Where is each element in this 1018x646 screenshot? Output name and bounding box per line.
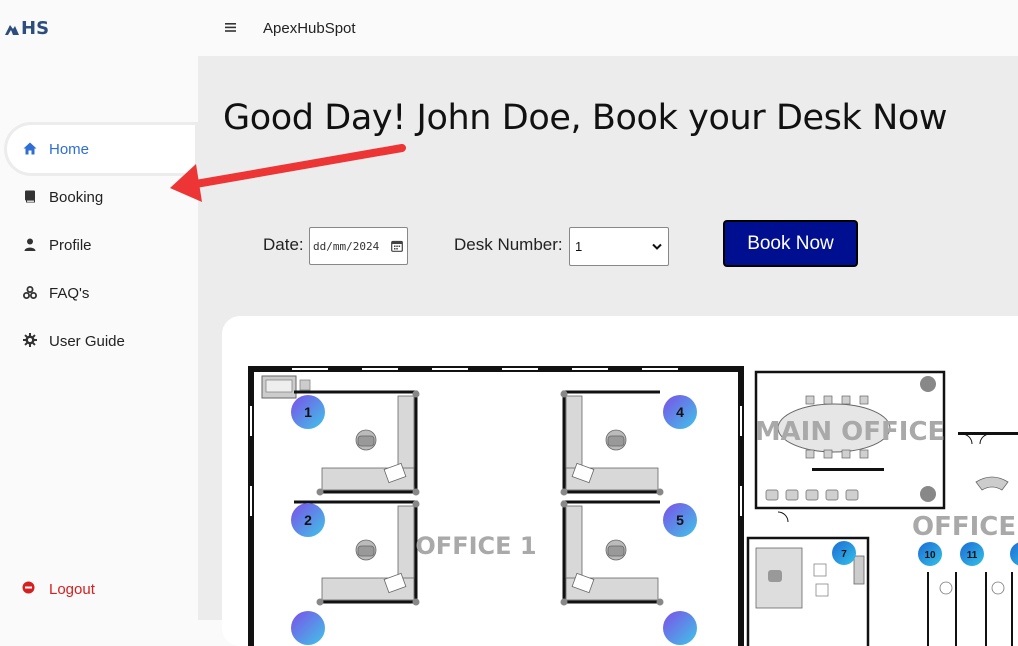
main-content: Good Day! John Doe, Book your Desk Now D… [198, 56, 1018, 646]
logo-mark-icon [5, 24, 19, 35]
desk-marker-partial [291, 611, 697, 645]
desk-marker-5[interactable]: 5 [663, 503, 697, 537]
hamburger-menu-icon[interactable] [225, 21, 237, 35]
office-7 [746, 511, 870, 646]
desk-marker-partial-right [1010, 542, 1018, 566]
desk-marker-7[interactable]: 7 [832, 541, 856, 565]
cubicle-furniture-left [321, 395, 415, 601]
desk-marker-10[interactable]: 10 [918, 542, 942, 566]
main-office: MAIN OFFICE [755, 370, 946, 510]
logout-icon [22, 581, 35, 598]
gear-icon [22, 332, 38, 348]
book-now-button[interactable]: Book Now [723, 220, 858, 267]
date-placeholder: dd/mm/2024 [313, 239, 380, 253]
sidebar-item-label: Profile [49, 236, 92, 254]
brand-logo[interactable]: HS [4, 18, 49, 39]
printer-cabinet [261, 375, 311, 399]
desk-marker-11[interactable]: 11 [960, 542, 984, 566]
desk-marker-2[interactable]: 2 [291, 503, 325, 537]
sidebar-item-user-guide[interactable]: User Guide [0, 317, 198, 365]
sidebar-item-label: FAQ's [49, 284, 90, 302]
desk-number-text: 5 [676, 512, 684, 528]
top-bar: ApexHubSpot [198, 0, 1018, 56]
sidebar-item-booking[interactable]: Booking [0, 173, 198, 221]
logout-label: Logout [49, 580, 95, 598]
calendar-icon[interactable] [391, 240, 403, 252]
desk-marker-1[interactable]: 1 [291, 395, 325, 429]
floor-plan-card: 1 2 4 5 OFFICE 1 MAIN OFFICE 7 OFFICE 10… [222, 316, 1018, 646]
date-label: Date: [263, 235, 304, 254]
logo-text: HS [21, 18, 50, 39]
desk-number-value: 1 [575, 239, 583, 254]
sidebar-item-profile[interactable]: Profile [0, 221, 198, 269]
sidebar: HS Home Booking Profile FAQ's User Guide… [0, 0, 198, 620]
main-office-label: MAIN OFFICE [755, 417, 946, 447]
desk-number-text: 10 [924, 550, 936, 561]
desk-number-text: 2 [304, 512, 312, 528]
office1-label: OFFICE 1 [415, 532, 536, 560]
logout-button[interactable]: Logout [0, 565, 198, 613]
desk-number-select[interactable]: 1 [569, 227, 669, 266]
office-right: OFFICE [912, 432, 1018, 646]
sidebar-item-label: Home [49, 140, 90, 158]
sidebar-item-label: Booking [49, 188, 104, 206]
desk-number-text: 1 [304, 404, 312, 420]
office2-label: OFFICE [912, 512, 1016, 542]
sidebar-item-faqs[interactable]: FAQ's [0, 269, 198, 317]
desk-number-text: 7 [841, 549, 847, 560]
date-input[interactable]: dd/mm/2024 [309, 227, 408, 265]
page-title: Good Day! John Doe, Book your Desk Now [223, 98, 948, 138]
floor-plan: 1 2 4 5 OFFICE 1 MAIN OFFICE 7 OFFICE 10… [248, 366, 1018, 646]
sidebar-item-home[interactable]: Home [7, 125, 195, 173]
desk-number-text: 4 [676, 404, 684, 420]
person-icon [22, 236, 38, 252]
desk-marker-4[interactable]: 4 [663, 395, 697, 429]
book-icon [22, 188, 38, 204]
sidebar-item-label: User Guide [49, 332, 125, 350]
chevron-down-icon [652, 243, 662, 250]
desk-number-text: 11 [967, 550, 978, 561]
app-title: ApexHubSpot [263, 20, 356, 37]
faq-icon [22, 284, 38, 300]
home-icon [22, 140, 38, 156]
desk-number-label: Desk Number: [454, 235, 563, 254]
cubicle-furniture-right [565, 395, 659, 601]
sidebar-nav: Home Booking Profile FAQ's User Guide [0, 125, 198, 365]
